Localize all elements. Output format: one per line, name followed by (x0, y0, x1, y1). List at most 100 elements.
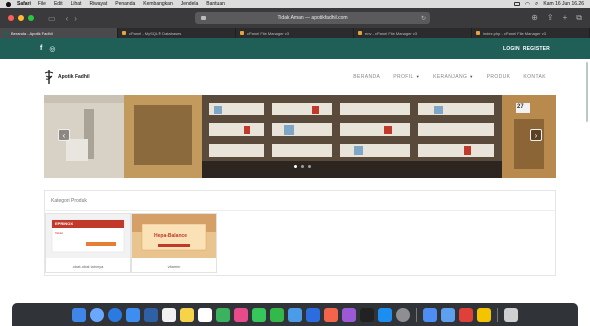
tab-beranda[interactable]: Beranda - Apotik Fadhil (0, 28, 118, 38)
menubar-item-view[interactable]: Lihat (71, 1, 82, 7)
slider-prev-button[interactable]: ‹ (58, 129, 70, 141)
keynote-icon[interactable] (306, 307, 320, 322)
battery-icon[interactable] (513, 2, 520, 6)
tab-index-file-manager[interactable]: index.php - cPanel File Manager v3 (472, 28, 590, 38)
nav-beranda[interactable]: BERANDA (353, 74, 380, 80)
contacts-icon[interactable] (144, 307, 158, 322)
pharmacy-caduceus-icon[interactable] (44, 70, 54, 84)
toolbar-right-actions: ⊕ ⇪ + ⧉ (531, 13, 582, 23)
menubar-item-develop[interactable]: Kembangkan (143, 1, 172, 7)
site-topbar: f ◎ LOGIN REGISTER (0, 38, 590, 59)
category-caption: obat-obat lainnya (72, 263, 104, 269)
cpanel-favicon-icon (240, 31, 244, 35)
hero-sign-number: 27 (517, 104, 524, 110)
sublime-icon[interactable] (477, 307, 491, 322)
close-window-icon[interactable] (8, 15, 14, 21)
slider-dot-2[interactable] (301, 165, 304, 168)
category-item-obat[interactable]: EPRINOX Tablet obat-obat lainnya (45, 213, 131, 273)
register-link[interactable]: REGISTER (523, 46, 550, 52)
page-scrollbar[interactable] (586, 62, 588, 122)
share-icon[interactable]: ⇪ (547, 13, 554, 23)
reload-icon[interactable]: ↻ (421, 15, 426, 22)
notes-icon[interactable] (180, 307, 194, 322)
site-brand[interactable]: Apotik Fadhil (58, 74, 90, 80)
podcasts-icon[interactable] (342, 307, 356, 322)
tab-label: Beranda - Apotik Fadhil (11, 30, 53, 36)
app-store-icon[interactable] (378, 307, 392, 322)
slider-next-button[interactable]: › (530, 129, 542, 141)
box-subtitle-text: Tablet (55, 231, 64, 235)
trash-icon[interactable] (504, 307, 518, 322)
category-title: Kategori Produk (45, 191, 555, 211)
safari-icon[interactable] (108, 307, 122, 322)
zoom-window-icon[interactable] (28, 15, 34, 21)
nav-keranjang[interactable]: KERANJANG ▼ (433, 74, 474, 80)
menubar-item-help[interactable]: Bantuan (206, 1, 225, 7)
menubar-app-name[interactable]: Safari (17, 1, 31, 7)
macos-menubar: Safari File Edit Lihat Riwayat Penanda K… (0, 0, 590, 8)
apple-tv-icon[interactable] (360, 307, 374, 322)
forward-icon[interactable]: › (74, 14, 77, 23)
tab-cpanel-mysql[interactable]: cPanel - MySQL® Databases (118, 28, 236, 38)
messages-icon[interactable] (252, 307, 266, 322)
back-icon[interactable]: ‹ (66, 14, 69, 23)
facebook-icon[interactable]: f (40, 45, 42, 52)
insecure-lock-icon (201, 16, 206, 20)
apple-icon[interactable] (6, 1, 11, 7)
menubar-item-history[interactable]: Riwayat (89, 1, 107, 7)
tab-env-file-manager[interactable]: env - cPanel File Manager v3 (354, 28, 472, 38)
slider-dot-1[interactable] (294, 165, 297, 168)
tab-overview-icon[interactable]: ⧉ (576, 13, 582, 23)
site-header: Apotik Fadhil BERANDA PROFIL ▼ KERANJANG ▼… (0, 59, 590, 95)
category-item-vitamin[interactable]: Hepa-Balance vitamin (131, 213, 217, 273)
nav-kontak[interactable]: KONTAK (523, 74, 546, 80)
tab-bar: Beranda - Apotik Fadhil cPanel - MySQL® … (0, 28, 590, 38)
chevron-left-icon: ‹ (62, 130, 66, 140)
category-caption: vitamin (167, 263, 181, 269)
menubar-item-window[interactable]: Jendela (181, 1, 199, 7)
menubar-item-file[interactable]: File (38, 1, 46, 7)
facetime-icon[interactable] (270, 307, 284, 322)
chevron-right-icon: › (534, 130, 538, 140)
auth-links: LOGIN REGISTER (503, 46, 550, 52)
nav-profil[interactable]: PROFIL ▼ (393, 74, 420, 80)
product-category-card: Kategori Produk EPRINOX Tablet obat-obat… (44, 190, 556, 276)
photos-icon[interactable] (234, 307, 248, 322)
preview-icon[interactable] (423, 307, 437, 322)
menubar-item-edit[interactable]: Edit (54, 1, 63, 7)
tab-cpanel-file-manager[interactable]: cPanel File Manager v3 (236, 28, 354, 38)
mail-icon[interactable] (126, 307, 140, 322)
login-link[interactable]: LOGIN (503, 46, 520, 52)
nav-label: KERANJANG (433, 74, 468, 80)
system-preferences-icon[interactable] (396, 307, 410, 322)
music-icon[interactable] (324, 307, 338, 322)
minimize-window-icon[interactable] (18, 15, 24, 21)
main-nav: BERANDA PROFIL ▼ KERANJANG ▼ PRODUK KONTAK (353, 74, 546, 80)
launchpad-icon[interactable] (90, 307, 104, 322)
search-icon[interactable]: ⌕ (535, 1, 538, 8)
finder-icon[interactable] (72, 307, 86, 322)
menubar-clock[interactable]: Kam 16 Jun 16.26 (543, 1, 584, 7)
tab-label: env - cPanel File Manager v3 (365, 30, 418, 36)
wifi-icon[interactable]: ◠ (525, 1, 530, 8)
caret-down-icon: ▼ (415, 74, 421, 79)
reminders-icon[interactable] (198, 307, 212, 322)
nav-label: PROFIL (393, 74, 414, 80)
box-brand-text: Hepa-Balance (154, 233, 188, 239)
hero-slider: 27 ‹ › (44, 95, 556, 178)
calendar-icon[interactable] (162, 307, 176, 322)
nav-produk[interactable]: PRODUK (487, 74, 511, 80)
maps-icon[interactable] (216, 307, 230, 322)
folder-icon[interactable] (441, 307, 455, 322)
browser-toolbar: ▭ ‹ › Tidak Aman — apotikfadhil.com ↻ ⊕ … (0, 8, 590, 28)
cpanel-favicon-icon (358, 31, 362, 35)
address-bar[interactable]: Tidak Aman — apotikfadhil.com ↻ (195, 12, 430, 24)
filezilla-icon[interactable] (459, 307, 473, 322)
numbers-icon[interactable] (288, 307, 302, 322)
sidebar-icon[interactable]: ▭ (48, 14, 56, 23)
slider-dot-3[interactable] (308, 165, 311, 168)
downloads-icon[interactable]: ⊕ (531, 13, 538, 23)
instagram-icon[interactable]: ◎ (49, 45, 55, 53)
new-tab-icon[interactable]: + (563, 13, 568, 23)
menubar-item-bookmarks[interactable]: Penanda (115, 1, 135, 7)
